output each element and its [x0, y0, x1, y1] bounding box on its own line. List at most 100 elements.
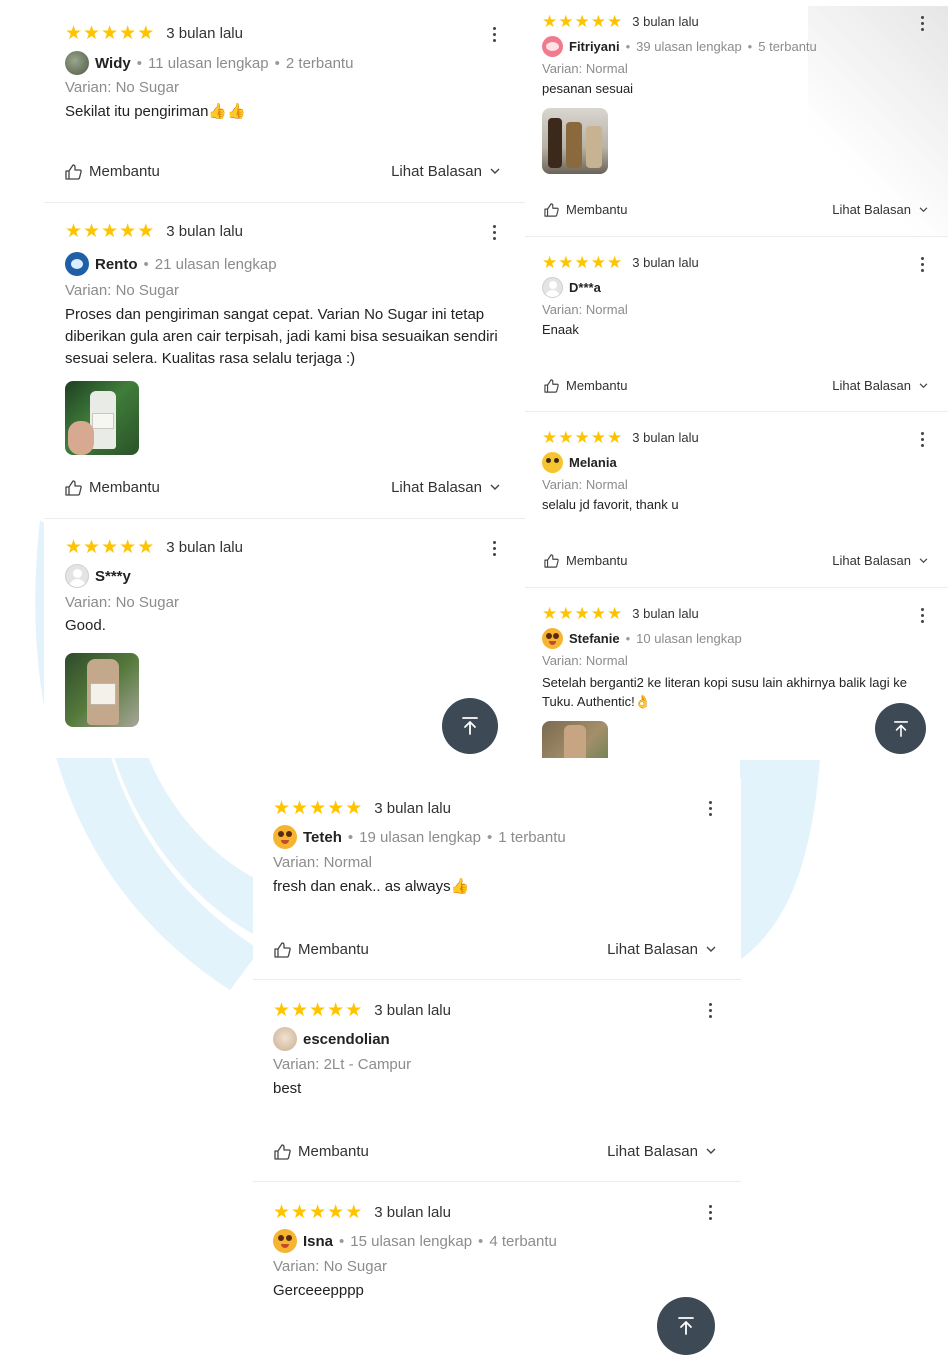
review-count: 21 ulasan lengkap — [154, 255, 277, 273]
more-options-icon[interactable] — [493, 27, 496, 42]
thumbs-up-icon — [544, 378, 559, 393]
more-options-icon[interactable] — [709, 1205, 712, 1220]
review-text: selalu jd favorit, thank u — [542, 497, 679, 512]
helpful-count: 5 terbantu — [758, 39, 817, 54]
review-panel-bottom: ★ ★ ★ ★ ★ 3 bulan lalu Teteh • 19 ulasan len… — [253, 778, 741, 1357]
helpful-label: Membantu — [89, 479, 160, 496]
more-options-icon[interactable] — [921, 257, 924, 272]
separator-dot: • — [347, 828, 354, 846]
view-replies-button[interactable]: Lihat Balasan — [391, 163, 500, 180]
product-variant: Varian: No Sugar — [65, 282, 179, 299]
star-icon: ★ — [590, 428, 606, 447]
helpful-button[interactable]: Membantu — [544, 553, 627, 568]
star-rating: ★ ★ ★ ★ ★ — [542, 13, 622, 30]
star-icon: ★ — [590, 253, 606, 272]
scroll-to-top-button[interactable] — [875, 703, 926, 754]
view-replies-label: Lihat Balasan — [607, 1143, 698, 1160]
star-icon: ★ — [574, 253, 590, 272]
reviewer-name: Isna — [303, 1232, 334, 1250]
avatar — [273, 1229, 297, 1253]
separator-dot: • — [747, 39, 753, 54]
review-panel-right: ★ ★ ★ ★ ★ 3 bulan lalu Fitriyani • 39 ulasan… — [525, 6, 948, 758]
arrow-up-to-line-icon — [462, 717, 478, 735]
chevron-down-icon — [490, 168, 500, 174]
star-icon: ★ — [101, 537, 119, 558]
star-rating: ★ ★ ★ ★ ★ — [273, 1001, 362, 1020]
reviewer-name: S***y — [95, 567, 131, 585]
review-card: ★ ★ ★ ★ ★ 3 bulan lalu Teteh • 19 ulasan len… — [253, 778, 741, 980]
helpful-button[interactable]: Membantu — [544, 202, 627, 217]
star-icon: ★ — [309, 798, 327, 819]
star-icon: ★ — [542, 253, 558, 272]
avatar — [65, 252, 89, 276]
star-icon: ★ — [590, 604, 606, 623]
review-photo[interactable] — [542, 721, 608, 758]
helpful-label: Membantu — [566, 378, 628, 393]
reviewer-info: Stefanie • 10 ulasan lengkap — [542, 628, 742, 649]
thumbs-up-icon — [544, 553, 559, 568]
reviewer-name: D***a — [569, 280, 601, 295]
avatar — [273, 825, 297, 849]
scroll-to-top-button[interactable] — [657, 1297, 715, 1355]
star-icon: ★ — [607, 12, 623, 31]
rating-row: ★ ★ ★ ★ ★ 3 bulan lalu — [65, 538, 243, 557]
product-variant: Varian: Normal — [273, 854, 372, 871]
helpful-button[interactable]: Membantu — [274, 1143, 369, 1160]
star-icon: ★ — [83, 23, 101, 44]
more-options-icon[interactable] — [921, 608, 924, 623]
review-count: 19 ulasan lengkap — [359, 828, 481, 846]
scroll-to-top-button[interactable] — [442, 698, 498, 754]
star-icon: ★ — [65, 23, 83, 44]
star-icon: ★ — [345, 798, 363, 819]
separator-dot: • — [339, 1232, 345, 1250]
star-rating: ★ ★ ★ ★ ★ — [65, 538, 154, 557]
star-icon: ★ — [590, 12, 606, 31]
more-options-icon[interactable] — [709, 1003, 712, 1018]
reviewer-info: escendolian — [273, 1027, 390, 1051]
view-replies-label: Lihat Balasan — [832, 378, 911, 393]
avatar — [273, 1027, 297, 1051]
view-replies-button[interactable]: Lihat Balasan — [607, 1143, 716, 1160]
rating-row: ★ ★ ★ ★ ★ 3 bulan lalu — [273, 799, 451, 818]
thumbs-up-icon — [274, 941, 291, 958]
arrow-up-to-line-icon — [893, 720, 908, 737]
review-count: 39 ulasan lengkap — [636, 39, 742, 54]
more-options-icon[interactable] — [493, 541, 496, 556]
reviewer-name: Teteh — [303, 828, 342, 846]
star-rating: ★ ★ ★ ★ ★ — [542, 605, 622, 622]
review-photo[interactable] — [65, 381, 139, 455]
chevron-down-icon — [919, 557, 928, 563]
review-photo[interactable] — [542, 108, 608, 174]
more-options-icon[interactable] — [921, 432, 924, 447]
more-options-icon[interactable] — [493, 225, 496, 240]
helpful-button[interactable]: Membantu — [544, 378, 627, 393]
star-icon: ★ — [137, 221, 155, 242]
more-options-icon[interactable] — [709, 801, 712, 816]
reviewer-name: Widy — [95, 54, 131, 72]
star-icon: ★ — [345, 1202, 363, 1223]
star-icon: ★ — [83, 537, 101, 558]
view-replies-button[interactable]: Lihat Balasan — [832, 553, 928, 568]
thumbs-up-icon — [65, 479, 82, 496]
reviewer-info: S***y — [65, 564, 131, 588]
view-replies-button[interactable]: Lihat Balasan — [832, 378, 928, 393]
star-icon: ★ — [345, 1000, 363, 1021]
star-icon: ★ — [101, 221, 119, 242]
view-replies-button[interactable]: Lihat Balasan — [607, 941, 716, 958]
rating-row: ★ ★ ★ ★ ★ 3 bulan lalu — [273, 1001, 451, 1020]
review-photo[interactable] — [65, 653, 139, 727]
star-icon: ★ — [327, 798, 345, 819]
helpful-button[interactable]: Membantu — [65, 163, 160, 180]
helpful-button[interactable]: Membantu — [65, 479, 160, 496]
review-count: 10 ulasan lengkap — [636, 631, 742, 646]
star-icon: ★ — [607, 604, 623, 623]
product-variant: Varian: Normal — [542, 477, 628, 492]
helpful-label: Membantu — [89, 163, 160, 180]
view-replies-label: Lihat Balasan — [607, 941, 698, 958]
helpful-button[interactable]: Membantu — [274, 941, 369, 958]
more-options-icon[interactable] — [921, 16, 924, 31]
view-replies-button[interactable]: Lihat Balasan — [832, 202, 928, 217]
star-icon: ★ — [119, 23, 137, 44]
avatar — [542, 36, 563, 57]
view-replies-button[interactable]: Lihat Balasan — [391, 479, 500, 496]
